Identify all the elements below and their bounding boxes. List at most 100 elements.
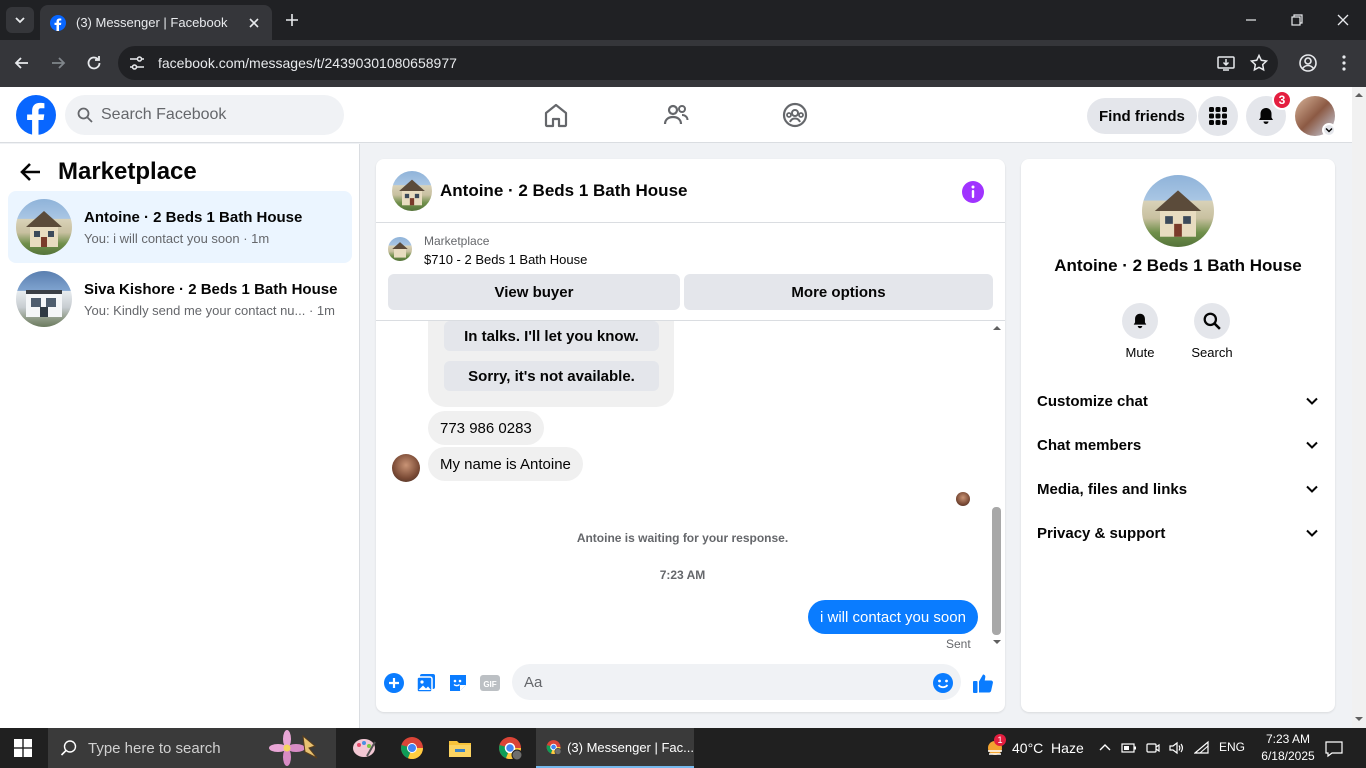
quick-reply-button[interactable]: Sorry, it's not available.: [444, 361, 659, 391]
site-info-icon[interactable]: [128, 54, 146, 72]
meet-now-icon[interactable]: [1145, 740, 1161, 756]
profile-icon[interactable]: [1298, 53, 1318, 73]
language-indicator[interactable]: ENG: [1219, 740, 1245, 754]
sticker-icon[interactable]: [447, 672, 469, 694]
message-timestamp: 7:23 AM: [659, 568, 706, 582]
search-icon: [77, 107, 93, 123]
address-bar[interactable]: facebook.com/messages/t/2439030108065897…: [118, 46, 1278, 80]
back-arrow-icon[interactable]: [20, 162, 42, 182]
privacy-support-row[interactable]: Privacy & support: [1037, 511, 1319, 555]
weather-text: 40°C Haze: [1012, 740, 1084, 756]
chat-title[interactable]: Antoine · 2 Beds 1 Bath House: [440, 181, 687, 201]
browser-menu-icon[interactable]: [1334, 53, 1354, 73]
restore-icon[interactable]: [1289, 12, 1305, 28]
groups-icon[interactable]: [781, 101, 809, 129]
taskbar-active-chrome-window[interactable]: (3) Messenger | Fac...: [536, 728, 694, 768]
listing-thumbnail: [16, 199, 72, 255]
sender-avatar[interactable]: [392, 454, 420, 482]
page-scrollbar[interactable]: [1352, 87, 1366, 728]
chat-scrollbar-thumb[interactable]: [992, 507, 1001, 635]
info-listing-thumbnail[interactable]: [1142, 175, 1214, 247]
weather-widget[interactable]: 1 40°C Haze: [984, 728, 1084, 768]
chrome-profile-app-icon[interactable]: [486, 728, 534, 768]
install-app-icon[interactable]: [1216, 53, 1236, 73]
account-chevron-icon[interactable]: [1322, 123, 1336, 137]
thumbs-up-icon[interactable]: [972, 672, 994, 694]
wifi-icon[interactable]: [1194, 740, 1210, 756]
search-label: Search: [1191, 345, 1233, 360]
message-thread: In talks. I'll let you know. Sorry, it's…: [376, 321, 1005, 651]
taskbar-search-box[interactable]: Type here to search: [48, 728, 336, 768]
notification-center-icon[interactable]: [1325, 740, 1343, 758]
svg-text:GIF: GIF: [483, 680, 496, 689]
bookmark-star-icon[interactable]: [1249, 53, 1269, 73]
mute-button[interactable]: Mute: [1110, 303, 1170, 360]
back-arrow-icon[interactable]: [12, 53, 32, 73]
read-receipt-avatar: [956, 492, 970, 506]
browser-tab[interactable]: (3) Messenger | Facebook: [40, 5, 272, 40]
battery-icon[interactable]: [1121, 740, 1137, 756]
facebook-search-box[interactable]: [65, 95, 344, 135]
chevron-down-icon: [1306, 529, 1318, 537]
new-tab-plus-icon[interactable]: [282, 10, 302, 30]
conversation-item-siva-kishore[interactable]: Siva Kishore · 2 Beds 1 Bath House You: …: [8, 263, 352, 335]
bell-icon: [1133, 313, 1147, 329]
media-files-links-row[interactable]: Media, files and links: [1037, 467, 1319, 511]
sidebar-title: Marketplace: [58, 158, 197, 185]
emoji-icon[interactable]: [932, 672, 954, 694]
browser-tabbar: (3) Messenger | Facebook: [0, 0, 1366, 40]
system-clock[interactable]: 7:23 AM 6/18/2025: [1258, 731, 1318, 765]
chat-scrollbar[interactable]: [990, 321, 1005, 651]
tray-overflow-chevron-icon[interactable]: [1097, 740, 1113, 756]
menu-grid-button[interactable]: [1198, 96, 1238, 136]
section-label: Media, files and links: [1037, 480, 1188, 498]
gif-icon[interactable]: GIF: [479, 672, 501, 694]
browser-toolbar: facebook.com/messages/t/2439030108065897…: [0, 40, 1366, 87]
volume-icon[interactable]: [1168, 740, 1184, 756]
chat-panel: Antoine · 2 Beds 1 Bath House Marketplac…: [376, 159, 1005, 712]
facebook-search-input[interactable]: [101, 106, 321, 124]
quick-reply-button[interactable]: In talks. I'll let you know.: [444, 321, 659, 351]
facebook-logo-icon[interactable]: [16, 95, 56, 135]
search-in-conversation-button[interactable]: Search: [1182, 303, 1242, 360]
message-input-box[interactable]: [512, 664, 961, 700]
info-icon[interactable]: [962, 181, 984, 203]
message-input[interactable]: [524, 673, 924, 691]
tab-search-button[interactable]: [6, 7, 34, 33]
conversation-item-antoine[interactable]: Antoine · 2 Beds 1 Bath House You: i wil…: [8, 191, 352, 263]
marketplace-listing-banner: Marketplace $710 - 2 Beds 1 Bath House V…: [376, 224, 1005, 321]
marketplace-sidebar: Marketplace Antoine · 2 Beds 1 Bath Hous…: [0, 144, 360, 728]
listing-price-title[interactable]: $710 - 2 Beds 1 Bath House: [424, 252, 587, 267]
photo-icon[interactable]: [415, 672, 437, 694]
grid-icon: [1209, 107, 1227, 125]
customize-chat-row[interactable]: Customize chat: [1037, 379, 1319, 423]
section-label: Chat members: [1037, 436, 1142, 454]
reload-icon[interactable]: [84, 53, 104, 73]
facebook-favicon-icon: [50, 14, 66, 31]
file-explorer-icon[interactable]: [436, 728, 484, 768]
window-close-icon[interactable]: [1335, 12, 1351, 28]
forward-arrow-icon[interactable]: [48, 53, 68, 73]
find-friends-button[interactable]: Find friends: [1087, 98, 1197, 134]
windows-start-icon[interactable]: [14, 739, 32, 757]
plus-circle-icon[interactable]: [383, 672, 405, 694]
view-buyer-button[interactable]: View buyer: [388, 274, 680, 310]
conversation-info-panel: Antoine · 2 Beds 1 Bath House Mute Searc…: [1021, 159, 1335, 712]
incoming-message: My name is Antoine: [428, 447, 583, 481]
friends-icon[interactable]: [662, 101, 690, 129]
chrome-app-icon[interactable]: [388, 728, 436, 768]
section-label: Privacy & support: [1037, 524, 1166, 542]
search-icon: [1203, 312, 1221, 330]
chat-listing-thumbnail[interactable]: [392, 170, 432, 211]
more-options-button[interactable]: More options: [684, 274, 993, 310]
minimize-icon[interactable]: [1243, 12, 1259, 28]
search-highlight-flower-icon: [268, 730, 317, 766]
paint-app-icon[interactable]: [340, 728, 388, 768]
info-title: Antoine · 2 Beds 1 Bath House: [1054, 256, 1302, 275]
chat-header: Antoine · 2 Beds 1 Bath House: [376, 159, 1005, 223]
chat-members-row[interactable]: Chat members: [1037, 423, 1319, 467]
bell-icon: [1259, 108, 1273, 124]
mute-label: Mute: [1125, 345, 1155, 360]
tab-close-icon[interactable]: [246, 15, 262, 31]
home-icon[interactable]: [542, 101, 570, 129]
